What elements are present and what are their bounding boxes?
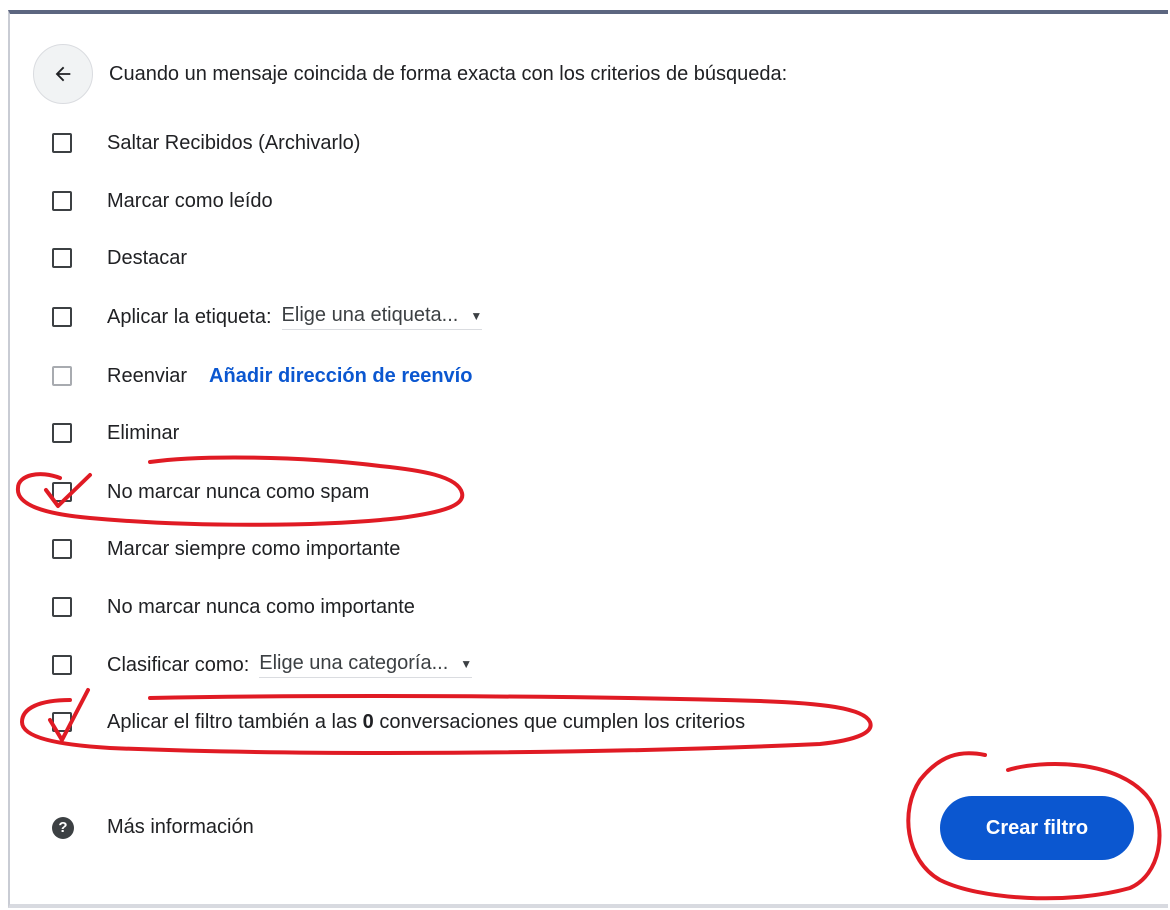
star-label: Destacar — [107, 246, 188, 269]
option-mark-read: Marcar como leído — [52, 186, 273, 216]
option-never-important: No marcar nunca como importante — [52, 592, 415, 622]
add-forwarding-address-link[interactable]: Añadir dirección de reenvío — [209, 365, 472, 388]
help-icon[interactable]: ? — [52, 817, 74, 839]
option-star: Destacar — [52, 243, 187, 273]
option-categorize: Clasificar como: Elige una categoría... … — [52, 650, 473, 680]
option-apply-label: Aplicar la etiqueta: Elige una etiqueta.… — [52, 302, 483, 332]
option-delete: Eliminar — [52, 418, 179, 448]
option-always-important: Marcar siempre como importante — [52, 534, 400, 564]
dialog-header: Cuando un mensaje coincida de forma exac… — [33, 44, 787, 104]
categorize-label: Clasificar como: — [107, 653, 250, 676]
forward-checkbox[interactable] — [52, 366, 72, 386]
apply-label-label: Aplicar la etiqueta: — [107, 305, 272, 328]
option-skip-inbox: Saltar Recibidos (Archivarlo) — [52, 128, 360, 158]
label-select[interactable]: Elige una etiqueta... ▼ — [281, 304, 483, 330]
skip-inbox-checkbox[interactable] — [52, 133, 72, 153]
label-select-value: Elige una etiqueta... — [281, 304, 459, 326]
option-apply-existing: Aplicar el filtro también a las 0 conver… — [52, 707, 745, 737]
category-select[interactable]: Elige una categoría... ▼ — [259, 652, 473, 678]
apply-label-checkbox[interactable] — [52, 307, 72, 327]
apply-existing-text-after: conversaciones que cumplen los criterios — [379, 710, 746, 733]
apply-existing-checkbox[interactable] — [52, 712, 72, 732]
apply-existing-text-before: Aplicar el filtro también a las — [107, 710, 358, 733]
skip-inbox-label: Saltar Recibidos (Archivarlo) — [107, 131, 361, 154]
create-filter-button[interactable]: Crear filtro — [940, 796, 1134, 860]
option-never-spam: No marcar nunca como spam — [52, 477, 369, 507]
always-important-checkbox[interactable] — [52, 539, 72, 559]
category-select-value: Elige una categoría... — [259, 652, 449, 674]
back-button[interactable] — [33, 44, 93, 104]
never-spam-label: No marcar nunca como spam — [107, 480, 370, 503]
forward-label: Reenviar — [107, 364, 188, 387]
never-spam-checkbox[interactable] — [52, 482, 72, 502]
mark-read-label: Marcar como leído — [107, 189, 273, 212]
categorize-checkbox[interactable] — [52, 655, 72, 675]
criteria-heading: Cuando un mensaje coincida de forma exac… — [109, 62, 788, 85]
delete-checkbox[interactable] — [52, 423, 72, 443]
mark-read-checkbox[interactable] — [52, 191, 72, 211]
always-important-label: Marcar siempre como importante — [107, 537, 401, 560]
delete-label: Eliminar — [107, 421, 180, 444]
option-forward: Reenviar Añadir dirección de reenvío — [52, 361, 472, 391]
never-important-label: No marcar nunca como importante — [107, 595, 415, 618]
arrow-back-icon — [55, 66, 71, 82]
apply-existing-label: Aplicar el filtro también a las 0 conver… — [107, 711, 745, 734]
matching-count: 0 — [362, 710, 374, 733]
star-checkbox[interactable] — [52, 248, 72, 268]
never-important-checkbox[interactable] — [52, 597, 72, 617]
more-info-link[interactable]: Más información — [107, 816, 254, 839]
dropdown-caret-icon: ▼ — [470, 308, 483, 323]
dropdown-caret-icon: ▼ — [460, 656, 473, 671]
